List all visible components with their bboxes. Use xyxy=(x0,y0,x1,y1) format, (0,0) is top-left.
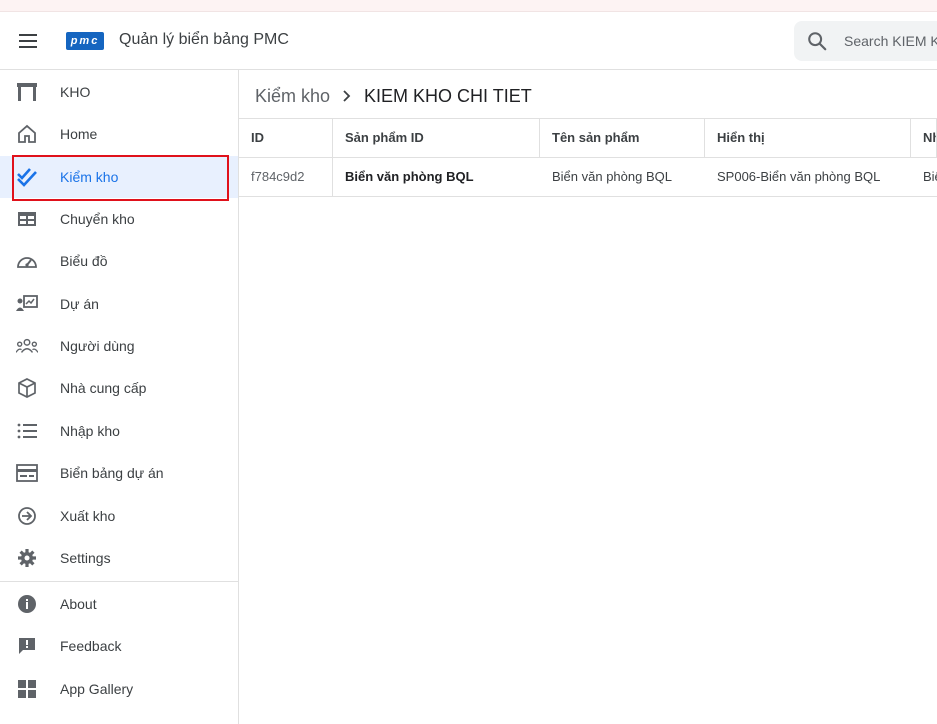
column-header-id[interactable]: ID xyxy=(239,119,333,157)
table-icon xyxy=(16,208,38,230)
sidebar-item-nhap-kho[interactable]: Nhập kho xyxy=(0,410,238,452)
table-row[interactable]: f784c9d2 Biển văn phòng BQL Biển văn phò… xyxy=(239,158,937,197)
gear-icon xyxy=(16,547,38,569)
sidebar-item-label: Kiểm kho xyxy=(60,169,119,185)
app-bar: pmc Quản lý biển bảng PMC xyxy=(0,12,937,70)
sidebar-item-label: Xuất kho xyxy=(60,508,116,524)
breadcrumb-parent-link[interactable]: Kiểm kho xyxy=(255,86,330,107)
sidebar-item-label: Dự án xyxy=(60,296,99,312)
chevron-right-icon xyxy=(342,89,352,103)
menu-button[interactable] xyxy=(14,27,42,55)
sidebar-item-label: Nhà cung cấp xyxy=(60,380,147,396)
app-title: Quản lý biển bảng PMC xyxy=(119,31,289,48)
people-icon xyxy=(16,335,38,357)
column-header-nh[interactable]: Nh xyxy=(911,119,937,157)
sidebar-item-du-an[interactable]: Dự án xyxy=(0,283,238,325)
table-header: ID Sản phẩm ID Tên sản phẩm Hiển thị Nh xyxy=(239,119,937,158)
sidebar-item-nha-cung-cap[interactable]: Nhà cung cấp xyxy=(0,367,238,409)
column-header-san-pham-id[interactable]: Sản phẩm ID xyxy=(333,119,540,157)
sidebar-item-feedback[interactable]: Feedback xyxy=(0,625,238,667)
table-cell-hien-thi: SP006-Biển văn phòng BQL xyxy=(717,169,881,184)
presentation-icon xyxy=(16,293,38,315)
table-cell-nh: Biể xyxy=(923,169,937,184)
top-banner-strip xyxy=(0,0,937,12)
home-icon xyxy=(16,123,38,145)
sidebar: KHO Home Kiểm kho Chuyển kho Biểu đồ Dự … xyxy=(0,70,239,724)
sidebar-item-label: App Gallery xyxy=(60,681,134,697)
cube-icon xyxy=(16,377,38,399)
sidebar-item-chuyen-kho[interactable]: Chuyển kho xyxy=(0,198,238,240)
sidebar-item-label: Home xyxy=(60,126,98,142)
sidebar-item-nguoi-dung[interactable]: Người dùng xyxy=(0,325,238,367)
sidebar-item-home[interactable]: Home xyxy=(0,113,238,155)
speedometer-icon xyxy=(16,250,38,272)
sidebar-item-label: Biểu đồ xyxy=(60,253,108,269)
list-icon xyxy=(16,420,38,442)
search-box[interactable] xyxy=(794,21,937,61)
column-header-ten-san-pham[interactable]: Tên sản phẩm xyxy=(540,119,705,157)
sidebar-item-label: Feedback xyxy=(60,638,122,654)
sidebar-item-bien-bang-du-an[interactable]: Biển bảng dự án xyxy=(0,452,238,494)
main-content: Kiểm kho KIEM KHO CHI TIET ID Sản phẩm I… xyxy=(239,70,937,724)
app-logo: pmc xyxy=(66,32,104,50)
sidebar-item-kho[interactable]: KHO xyxy=(0,71,238,113)
breadcrumb: Kiểm kho KIEM KHO CHI TIET xyxy=(255,84,532,108)
search-icon xyxy=(808,32,827,51)
sidebar-item-about[interactable]: About xyxy=(0,583,238,625)
sidebar-item-settings[interactable]: Settings xyxy=(0,537,238,579)
hamburger-icon xyxy=(19,34,37,48)
sidebar-item-bieu-do[interactable]: Biểu đồ xyxy=(0,240,238,282)
sidebar-item-label: Chuyển kho xyxy=(60,211,135,227)
sidebar-item-label: Settings xyxy=(60,550,111,566)
table-cell-ten-san-pham: Biển văn phòng BQL xyxy=(552,169,672,184)
card-icon xyxy=(16,462,38,484)
sidebar-item-label: Người dùng xyxy=(60,338,135,354)
column-header-hien-thi[interactable]: Hiển thị xyxy=(705,119,911,157)
page-title: KIEM KHO CHI TIET xyxy=(364,85,532,106)
sidebar-item-kiem-kho[interactable]: Kiểm kho xyxy=(0,156,238,198)
warehouse-icon xyxy=(16,81,38,103)
arrow-circle-icon xyxy=(16,505,38,527)
sidebar-divider xyxy=(0,581,238,582)
sidebar-item-xuat-kho[interactable]: Xuất kho xyxy=(0,495,238,537)
sidebar-item-label: Biển bảng dự án xyxy=(60,465,164,481)
search-input[interactable] xyxy=(844,21,937,61)
data-table: ID Sản phẩm ID Tên sản phẩm Hiển thị Nh … xyxy=(239,118,937,197)
table-cell-san-pham-id: Biển văn phòng BQL xyxy=(345,169,474,184)
sidebar-item-label: Nhập kho xyxy=(60,423,120,439)
grid-icon xyxy=(16,678,38,700)
sidebar-item-app-gallery[interactable]: App Gallery xyxy=(0,668,238,710)
feedback-icon xyxy=(16,635,38,657)
sidebar-item-label: KHO xyxy=(60,84,91,100)
table-cell-id: f784c9d2 xyxy=(239,158,333,196)
sidebar-item-label: About xyxy=(60,596,97,612)
double-check-icon xyxy=(16,166,38,188)
info-icon xyxy=(16,593,38,615)
